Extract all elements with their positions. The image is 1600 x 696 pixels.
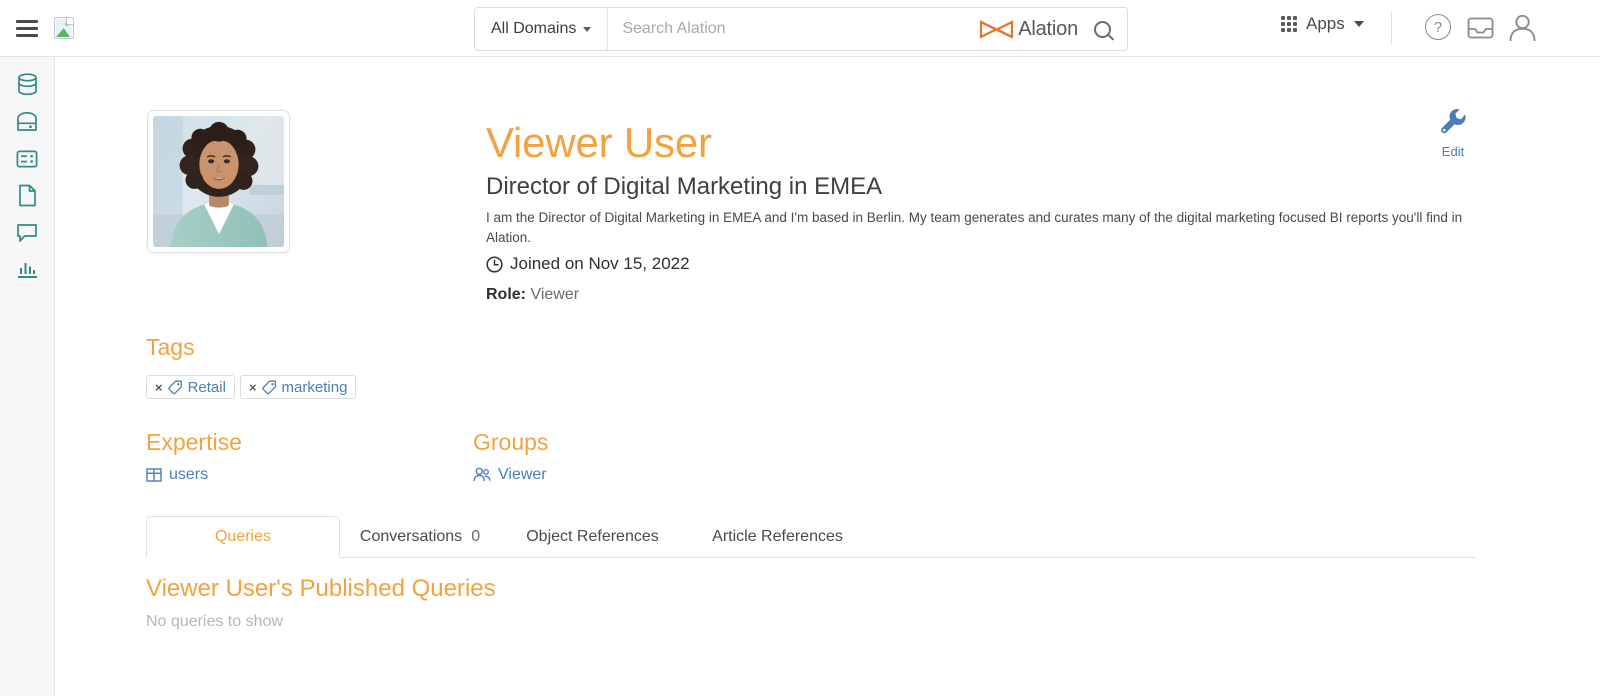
tag-label: marketing — [281, 378, 348, 396]
tab-conversations[interactable]: Conversations 0 — [340, 516, 500, 557]
tag-list: × Retail × marketing — [146, 375, 357, 399]
tab-conversations-label: Conversations — [359, 527, 463, 545]
tab-conversations-count: 0 — [471, 527, 481, 545]
expertise-item-users[interactable]: users — [146, 466, 208, 484]
domain-selector-label: All Domains — [491, 20, 577, 37]
sidebar-item-queries[interactable] — [10, 145, 44, 172]
tag-chip-marketing[interactable]: × marketing — [239, 375, 357, 399]
tab-queries-label: Queries — [214, 528, 272, 545]
joined-date: Joined on Nov 15, 2022 — [486, 254, 690, 274]
tag-chip-retail[interactable]: × Retail — [146, 375, 235, 399]
vault-icon — [17, 111, 37, 131]
groups-item-label: Viewer — [498, 466, 547, 483]
apps-menu-button[interactable]: Apps — [1281, 14, 1364, 34]
apps-menu-label: Apps — [1306, 14, 1345, 33]
role-row: Role: Viewer — [486, 286, 579, 304]
hamburger-menu-icon[interactable] — [16, 19, 38, 37]
alation-logo: Alation — [979, 18, 1082, 41]
domain-selector-dropdown[interactable]: All Domains — [475, 8, 609, 50]
help-question-mark: ? — [1433, 18, 1443, 36]
alation-wordmark: Alation — [1018, 17, 1078, 40]
grid-apps-icon — [1281, 16, 1297, 32]
search-icon[interactable] — [1094, 20, 1111, 38]
document-icon — [18, 184, 36, 207]
page-title: Viewer User — [486, 119, 712, 166]
clock-icon — [486, 255, 503, 273]
avatar — [147, 110, 290, 253]
remove-tag-icon[interactable]: × — [155, 380, 163, 395]
alation-bowtie-icon — [980, 19, 1014, 39]
groups-heading: Groups — [473, 429, 549, 455]
card-list-icon — [16, 150, 38, 167]
tab-object-references[interactable]: Object References — [500, 516, 685, 557]
tag-icon — [167, 380, 182, 394]
search-input[interactable] — [608, 8, 980, 50]
role-label: Role: — [486, 286, 526, 303]
groups-item-viewer[interactable]: Viewer — [473, 466, 547, 484]
tab-object-references-label: Object References — [526, 527, 659, 545]
tag-label: Retail — [187, 378, 226, 396]
tab-queries[interactable]: Queries — [146, 516, 340, 558]
left-sidebar — [0, 57, 55, 696]
user-account-icon[interactable] — [1508, 13, 1537, 48]
expertise-heading: Expertise — [146, 429, 242, 455]
sidebar-item-conversations[interactable] — [10, 219, 44, 246]
bar-chart-icon — [17, 263, 37, 278]
tags-heading: Tags — [146, 334, 195, 360]
role-value: Viewer — [530, 286, 580, 303]
sidebar-item-analytics[interactable] — [10, 256, 44, 283]
table-icon — [146, 468, 162, 482]
tab-article-references-label: Article References — [712, 527, 843, 545]
remove-tag-icon[interactable]: × — [249, 380, 257, 395]
edit-button[interactable]: Edit — [1428, 107, 1478, 159]
empty-state-text: No queries to show — [146, 613, 283, 630]
broken-image-icon[interactable] — [54, 17, 74, 39]
profile-bio: I am the Director of Digital Marketing i… — [486, 210, 1463, 245]
chevron-down-icon — [583, 26, 592, 32]
sidebar-item-data-sources[interactable] — [10, 71, 44, 98]
chevron-down-icon — [1353, 21, 1364, 27]
search-bar: All Domains Alation — [474, 7, 1128, 51]
sidebar-item-catalog[interactable] — [10, 108, 44, 135]
edit-label: Edit — [1441, 144, 1465, 159]
joined-date-text: Joined on Nov 15, 2022 — [510, 254, 690, 273]
chat-bubble-icon — [17, 224, 37, 242]
help-circle-icon[interactable]: ? — [1425, 14, 1451, 40]
top-navigation-bar: All Domains Alation Apps ? — [0, 0, 1600, 57]
profile-photo — [153, 116, 284, 247]
people-group-icon — [473, 467, 491, 482]
page-root: All Domains Alation Apps ? — [0, 0, 1600, 696]
main-content: Edit Viewer User Director of Digital Mar… — [56, 57, 1600, 696]
tag-icon — [261, 380, 276, 394]
database-icon — [17, 73, 37, 96]
tab-article-references[interactable]: Article References — [685, 516, 870, 557]
published-queries-heading: Viewer User's Published Queries — [146, 575, 496, 602]
tab-bar: Queries Conversations 0 Object Reference… — [146, 516, 1476, 558]
expertise-item-label: users — [169, 466, 209, 483]
inbox-tray-icon[interactable] — [1467, 16, 1494, 45]
toolbar-divider — [1391, 11, 1392, 45]
wrench-icon — [1441, 108, 1466, 134]
sidebar-item-documents[interactable] — [10, 182, 44, 209]
profile-job-title: Director of Digital Marketing in EMEA — [486, 173, 883, 200]
